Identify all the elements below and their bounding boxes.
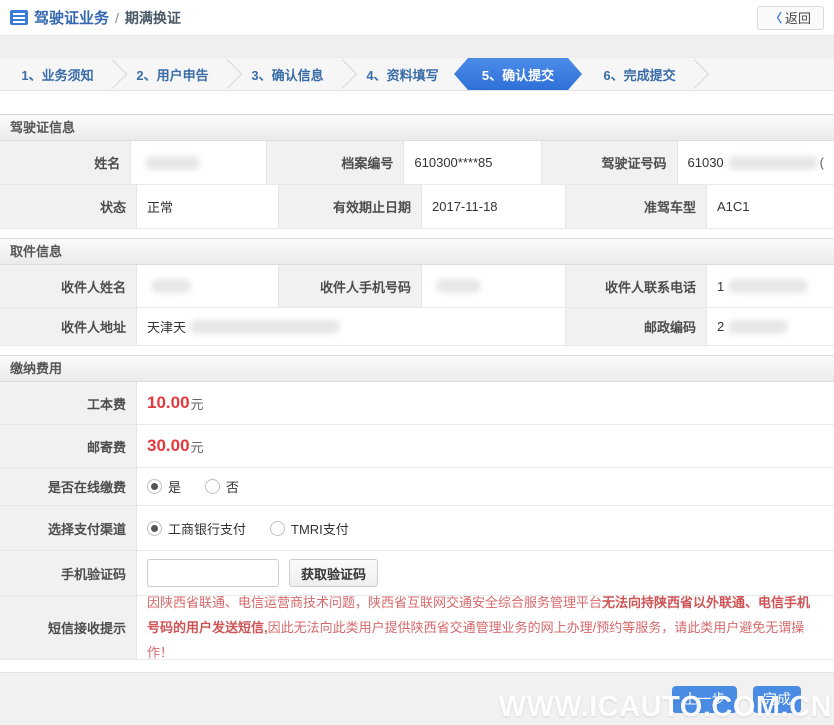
radio-online-no-label: 否 [226, 480, 240, 495]
channel-label: 选择支付渠道 [0, 506, 137, 550]
vehicle-class-label: 准驾车型 [566, 185, 707, 228]
breadcrumb-separator: / [115, 9, 119, 26]
table-row: 收件人地址 天津天 邮政编码 2 [0, 308, 834, 346]
table-row: 选择支付渠道 工商银行支付 TMRI支付 [0, 506, 834, 551]
radio-channel-tmri-label: TMRI支付 [291, 521, 349, 537]
name-label: 姓名 [0, 141, 132, 184]
back-button[interactable]: 〈 返回 [756, 5, 824, 30]
step-1-business-notice: 1、业务须知 [0, 58, 115, 90]
expiry-value: 2017-11-18 [422, 185, 566, 228]
mailing-fee-value: 30.00 元 [147, 436, 204, 455]
redacted-blur [436, 279, 481, 293]
redacted-blur [145, 155, 201, 170]
step-6-complete-submit: 6、完成提交 [582, 58, 697, 90]
status-value: 正常 [137, 185, 279, 228]
redacted-blur [190, 319, 341, 334]
table-row: 邮寄费 30.00 元 [0, 425, 834, 468]
list-icon [10, 10, 28, 25]
online-payment-label: 是否在线缴费 [0, 468, 137, 505]
address-label: 收件人地址 [0, 308, 137, 345]
address-value: 天津天 [137, 308, 566, 345]
license-no-label: 驾驶证号码 [542, 141, 678, 184]
table-row: 状态 正常 有效期止日期 2017-11-18 准驾车型 A1C1 [0, 185, 834, 229]
payment-section-title: 缴纳费用 [0, 355, 834, 382]
sms-code-label: 手机验证码 [0, 551, 137, 595]
status-label: 状态 [0, 185, 137, 228]
pickup-section-title: 取件信息 [0, 238, 834, 265]
license-table: 姓名 档案编号 610300****85 驾驶证号码 61030( 状态 正常 … [0, 141, 834, 229]
table-row: 姓名 档案编号 610300****85 驾驶证号码 61030( [0, 141, 834, 185]
license-no-value: 61030( [687, 155, 825, 170]
license-section-title: 驾驶证信息 [0, 114, 834, 141]
recipient-name-value [137, 265, 279, 307]
pickup-table: 收件人姓名 收件人手机号码 收件人联系电话 1 收件人地址 天津天 邮政编码 2 [0, 265, 834, 346]
step-3-confirm-info: 3、确认信息 [230, 58, 345, 90]
mailing-fee-label: 邮寄费 [0, 425, 137, 467]
vehicle-class-value: A1C1 [717, 199, 750, 214]
breadcrumb-current: 期满换证 [124, 9, 181, 26]
payment-table: 工本费 10.00 元 邮寄费 30.00 元 是否在线缴费 是 否 选择支付渠道 … [0, 382, 834, 660]
recipient-phone-label: 收件人联系电话 [566, 265, 707, 307]
radio-online-yes[interactable] [147, 479, 162, 494]
previous-step-button[interactable]: 上一步 [672, 685, 737, 713]
spacer-band [0, 36, 834, 57]
file-no-value: 610300****85 [404, 141, 543, 184]
recipient-name-label: 收件人姓名 [0, 265, 137, 307]
sms-code-input[interactable] [147, 559, 279, 587]
production-fee-value: 10.00 元 [147, 393, 204, 412]
step-nav: 1、业务须知 2、用户申告 3、确认信息 4、资料填写 5、确认提交 6、完成提… [0, 57, 834, 91]
postcode-value: 2 [707, 308, 834, 345]
table-row: 工本费 10.00 元 [0, 382, 834, 425]
redacted-blur [151, 279, 191, 293]
content: 驾驶证信息 姓名 档案编号 610300****85 驾驶证号码 61030( … [0, 91, 834, 672]
sms-notice-label: 短信接收提示 [0, 596, 137, 659]
recipient-phone-value: 1 [707, 265, 834, 307]
topbar: 驾驶证业务 / 期满换证 〈 返回 [0, 0, 834, 36]
table-row: 短信接收提示 因陕西省联通、电信运营商技术问题，陕西省互联网交通安全综合服务管理… [0, 595, 834, 660]
postcode-label: 邮政编码 [566, 308, 707, 345]
sms-notice-text: 因陕西省联通、电信运营商技术问题，陕西省互联网交通安全综合服务管理平台无法向持陕… [147, 595, 811, 660]
redacted-blur [727, 155, 818, 170]
online-payment-options: 是 否 [137, 468, 834, 505]
step-4-fill-data: 4、资料填写 [366, 67, 439, 83]
channel-options: 工商银行支付 TMRI支付 [137, 506, 834, 550]
radio-online-no[interactable] [205, 479, 221, 494]
production-fee-label: 工本费 [0, 382, 137, 424]
breadcrumb: 驾驶证业务 / 期满换证 [10, 7, 181, 28]
recipient-mobile-label: 收件人手机号码 [279, 265, 422, 307]
file-no-label: 档案编号 [267, 141, 405, 184]
get-code-button[interactable]: 获取验证码 [289, 559, 379, 587]
footer: 上一步 完成 WWW.ICAUTO.COM.CN [0, 672, 834, 725]
radio-channel-icbc-label: 工商银行支付 [168, 521, 247, 537]
radio-online-yes-label: 是 [168, 480, 182, 495]
back-button-label: 返回 [784, 11, 811, 26]
recipient-mobile-value [422, 265, 566, 307]
page: 驾驶证业务 / 期满换证 〈 返回 1、业务须知 2、用户申告 3、确认信息 4… [0, 0, 834, 725]
step-5-confirm-submit-active: 5、确认提交 [454, 58, 582, 90]
table-row: 收件人姓名 收件人手机号码 收件人联系电话 1 [0, 265, 834, 308]
finish-button[interactable]: 完成 [753, 685, 801, 713]
redacted-blur [728, 279, 809, 293]
radio-channel-tmri[interactable] [270, 520, 286, 536]
redacted-blur [728, 319, 789, 334]
step-2-user-declaration: 2、用户申告 [115, 58, 230, 90]
sms-notice-cell: 因陕西省联通、电信运营商技术问题，陕西省互联网交通安全综合服务管理平台无法向持陕… [137, 595, 834, 660]
back-chevron-icon: 〈 [769, 11, 782, 25]
page-title: 驾驶证业务 [34, 10, 110, 27]
expiry-label: 有效期止日期 [279, 185, 422, 228]
radio-channel-icbc[interactable] [147, 520, 162, 536]
table-row: 是否在线缴费 是 否 [0, 468, 834, 506]
name-value [131, 141, 268, 184]
